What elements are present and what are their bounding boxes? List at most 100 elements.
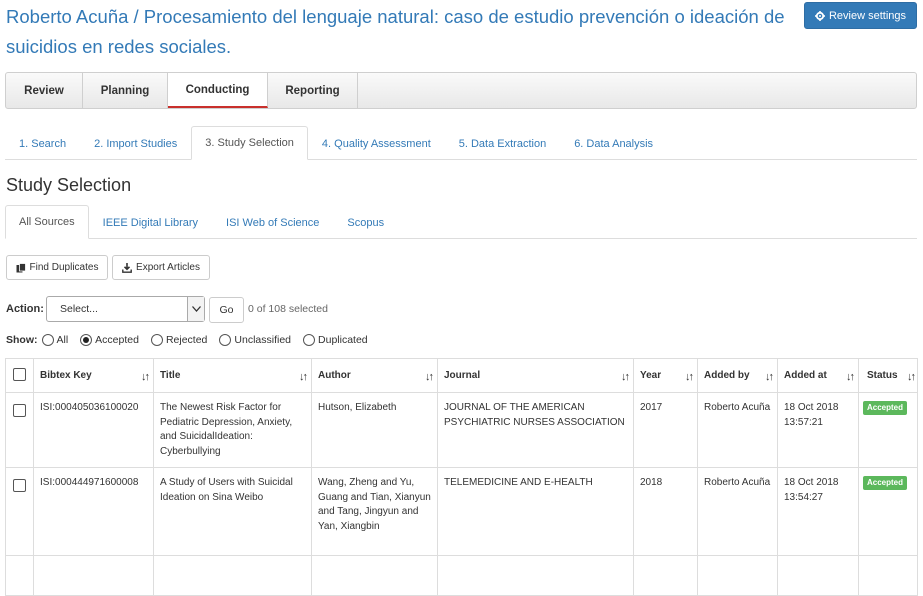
table-row[interactable]: ISI:000405036100020 The Newest Risk Fact… [5, 392, 918, 468]
section-title: Study Selection [6, 175, 132, 195]
phase-tab-conducting[interactable]: Conducting [168, 73, 268, 108]
selected-count: 0 of 108 selected [248, 303, 328, 315]
source-tab-isi[interactable]: ISI Web of Science [212, 205, 333, 239]
author-cell: Wang, Zheng and Yu, Guang and Tian, Xian… [311, 467, 438, 556]
select-all-checkbox[interactable] [13, 367, 26, 381]
show-option-label: Unclassified [234, 334, 292, 346]
studies-table: Bibtex Key ↓↑ Title ↓↑ Author ↓↑ Journal ↓↑ … [5, 358, 918, 596]
find-duplicates-button[interactable]: Find Duplicates [6, 255, 108, 280]
column-label: Status [867, 370, 898, 381]
find-duplicates-label: Find Duplicates [29, 262, 99, 273]
radio-selected-icon[interactable] [80, 334, 93, 346]
show-option-duplicated[interactable]: Duplicated [303, 334, 368, 346]
column-label: Added by [704, 370, 750, 381]
radio-icon[interactable] [303, 334, 316, 346]
phase-tab-reporting[interactable]: Reporting [268, 73, 358, 108]
page-title: Roberto Acuña / Procesamiento del lengua… [6, 6, 785, 57]
row-checkbox-cell [5, 467, 34, 556]
column-label: Bibtex Key [40, 370, 92, 381]
year-cell: 2017 [633, 392, 698, 468]
sort-icon[interactable]: ↓↑ [425, 371, 434, 383]
status-cell: Accepted [858, 392, 918, 468]
export-articles-button[interactable]: Export Articles [112, 255, 210, 280]
sort-icon[interactable]: ↓↑ [141, 371, 150, 383]
step-tab-study-selection[interactable]: 3. Study Selection [191, 126, 308, 160]
show-option-all[interactable]: All [41, 334, 69, 346]
show-option-accepted[interactable]: Accepted [80, 334, 139, 346]
show-option-label: All [56, 334, 69, 346]
phase-tab-review[interactable]: Review [6, 73, 83, 108]
column-header-title[interactable]: Title ↓↑ [153, 358, 312, 393]
column-label: Journal [444, 370, 481, 381]
bibtex-key-cell: ISI:000444971600008 [33, 467, 154, 556]
status-badge: Accepted [863, 476, 908, 490]
column-header-author[interactable]: Author ↓↑ [311, 358, 438, 393]
row-checkbox[interactable] [13, 404, 26, 417]
show-option-label: Accepted [95, 334, 139, 346]
column-label: Author [318, 370, 351, 381]
radio-icon[interactable] [41, 334, 54, 346]
added-by-cell: Roberto Acuña [697, 467, 778, 556]
download-icon [122, 262, 132, 273]
column-header-bibtex-key[interactable]: Bibtex Key ↓↑ [33, 358, 154, 393]
show-option-label: Duplicated [318, 334, 368, 346]
review-settings-button[interactable]: Review settings [804, 2, 917, 29]
column-header-journal[interactable]: Journal ↓↑ [437, 358, 634, 393]
sort-icon[interactable]: ↓↑ [685, 371, 694, 383]
review-settings-label: Review settings [828, 9, 907, 22]
source-tabs: All Sources IEEE Digital Library ISI Web… [5, 205, 917, 239]
show-label: Show: [6, 334, 38, 346]
added-by-cell: Roberto Acuña [697, 392, 778, 468]
step-tab-data-extraction[interactable]: 5. Data Extraction [445, 126, 560, 160]
sort-icon[interactable]: ↓↑ [907, 371, 916, 383]
show-option-rejected[interactable]: Rejected [150, 334, 208, 346]
added-at-cell: 18 Oct 2018 13:54:27 [777, 467, 859, 556]
action-select-value: Select... [60, 303, 98, 315]
column-header-status[interactable]: Status ↓↑ [858, 358, 918, 393]
action-select[interactable]: Select... [46, 296, 205, 322]
table-header-row: Bibtex Key ↓↑ Title ↓↑ Author ↓↑ Journal ↓↑ … [5, 358, 918, 393]
phase-tab-planning[interactable]: Planning [83, 73, 168, 108]
journal-cell: JOURNAL OF THE AMERICAN PSYCHIATRIC NURS… [437, 392, 634, 468]
sort-icon[interactable]: ↓↑ [765, 371, 774, 383]
column-label: Added at [784, 370, 827, 381]
column-label: Year [640, 370, 662, 381]
export-articles-label: Export Articles [136, 262, 200, 273]
column-header-year[interactable]: Year ↓↑ [633, 358, 698, 393]
source-tab-all[interactable]: All Sources [5, 205, 89, 239]
column-label: Title [160, 370, 181, 381]
status-cell: Accepted [858, 467, 918, 556]
source-tab-scopus[interactable]: Scopus [333, 205, 398, 239]
title-cell: A Study of Users with Suicidal Ideation … [153, 467, 312, 556]
year-cell: 2018 [633, 467, 698, 556]
table-row[interactable]: ISI:000444971600008 A Study of Users wit… [5, 467, 918, 556]
step-tab-search[interactable]: 1. Search [5, 126, 80, 160]
radio-icon[interactable] [150, 334, 163, 346]
source-tab-ieee[interactable]: IEEE Digital Library [89, 205, 212, 239]
go-button[interactable]: Go [209, 297, 244, 323]
sort-icon[interactable]: ↓↑ [299, 371, 308, 383]
copy-icon [16, 262, 26, 272]
step-tab-data-analysis[interactable]: 6. Data Analysis [560, 126, 667, 160]
row-checkbox[interactable] [13, 479, 26, 492]
row-checkbox-cell [5, 392, 34, 468]
show-option-label: Rejected [165, 334, 208, 346]
sort-icon[interactable]: ↓↑ [846, 371, 855, 383]
show-filter: Show: All Accepted Rejected Unclassified… [6, 334, 376, 346]
column-header-added-at[interactable]: Added at ↓↑ [777, 358, 859, 393]
chevron-down-icon [187, 297, 204, 321]
show-option-unclassified[interactable]: Unclassified [219, 334, 291, 346]
journal-cell: TELEMEDICINE AND E-HEALTH [437, 467, 634, 556]
step-tab-quality-assessment[interactable]: 4. Quality Assessment [308, 126, 445, 160]
author-cell: Hutson, Elizabeth [311, 392, 438, 468]
title-cell: The Newest Risk Factor for Pediatric Dep… [153, 392, 312, 468]
action-label: Action: [6, 303, 44, 315]
radio-icon[interactable] [219, 334, 232, 346]
added-at-cell: 18 Oct 2018 13:57:21 [777, 392, 859, 468]
table-row[interactable] [5, 555, 918, 596]
column-header-added-by[interactable]: Added by ↓↑ [697, 358, 778, 393]
bibtex-key-cell: ISI:000405036100020 [33, 392, 154, 468]
sort-icon[interactable]: ↓↑ [621, 371, 630, 383]
step-tab-import-studies[interactable]: 2. Import Studies [80, 126, 191, 160]
phase-nav: Review Planning Conducting Reporting [5, 72, 917, 109]
